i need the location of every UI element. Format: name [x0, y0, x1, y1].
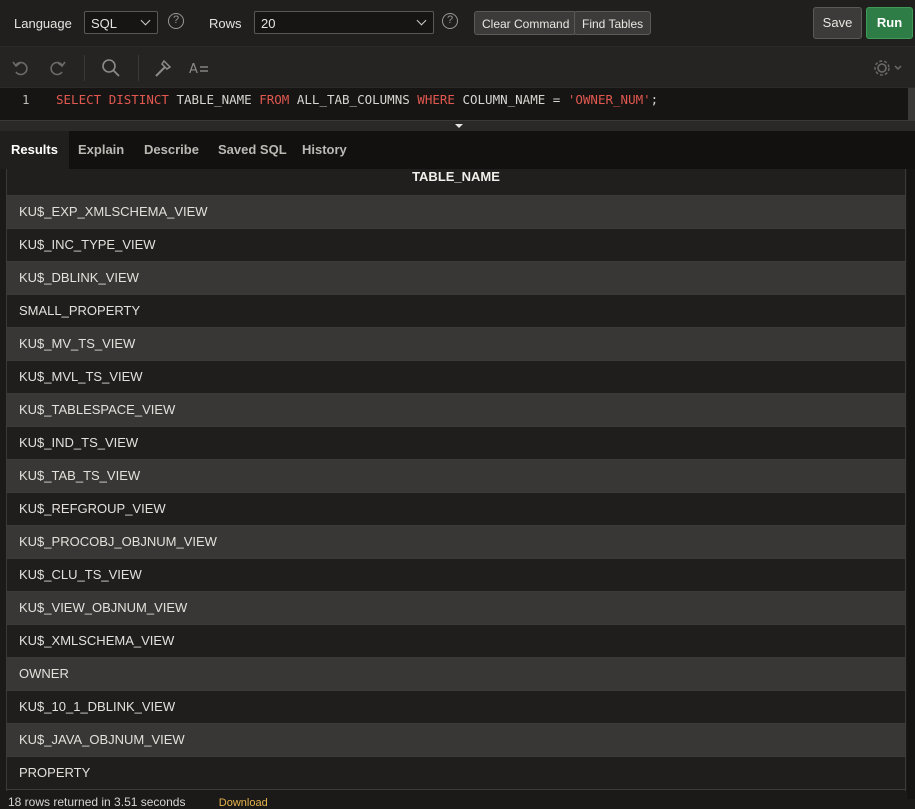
row-count-status: 18 rows returned in 3.51 seconds	[8, 795, 186, 809]
rows-help-icon[interactable]: ?	[442, 13, 458, 29]
find-tables-button[interactable]: Find Tables	[574, 11, 652, 35]
results-grid: TABLE_NAME KU$_EXP_XMLSCHEMA_VIEW KU$_INC…	[6, 169, 906, 791]
results-scrollbar[interactable]	[907, 169, 915, 799]
identifier-column: TABLE_NAME	[176, 92, 252, 107]
results-footer: 18 rows returned in 3.51 seconds Downloa…	[8, 795, 268, 809]
operator-equals: =	[552, 92, 561, 107]
table-row[interactable]: KU$_DBLINK_VIEW	[7, 262, 905, 295]
pane-splitter[interactable]	[0, 120, 915, 131]
keyword-select: SELECT	[56, 92, 102, 107]
table-row[interactable]: KU$_TAB_TS_VIEW	[7, 460, 905, 493]
redo-icon[interactable]	[46, 57, 68, 79]
table-row[interactable]: KU$_REFGROUP_VIEW	[7, 493, 905, 526]
editor-toolbar: A	[0, 47, 915, 88]
table-row[interactable]: KU$_MV_TS_VIEW	[7, 328, 905, 361]
collapse-arrow-icon[interactable]	[455, 124, 463, 128]
statement-terminator: ;	[650, 92, 659, 107]
rows-select-value: 20	[261, 16, 276, 31]
tab-describe[interactable]: Describe	[144, 131, 199, 169]
tab-explain[interactable]: Explain	[78, 131, 124, 169]
wrench-icon[interactable]	[152, 57, 174, 79]
identifier-condition-column: COLUMN_NAME	[462, 92, 546, 107]
language-select-value: SQL	[91, 16, 118, 31]
table-row[interactable]: KU$_PROCOBJ_OBJNUM_VIEW	[7, 526, 905, 559]
table-row[interactable]: KU$_JAVA_OBJNUM_VIEW	[7, 724, 905, 757]
table-row[interactable]: KU$_CLU_TS_VIEW	[7, 559, 905, 592]
undo-icon[interactable]	[10, 57, 32, 79]
table-row[interactable]: KU$_EXP_XMLSCHEMA_VIEW	[7, 196, 905, 229]
code-line[interactable]: SELECT DISTINCT TABLE_NAME FROM ALL_TAB_…	[56, 92, 658, 107]
editor-scrollbar[interactable]	[908, 88, 915, 120]
download-link[interactable]: Download	[219, 797, 268, 809]
gear-icon[interactable]	[872, 57, 906, 79]
text-format-icon[interactable]: A	[188, 57, 210, 79]
top-toolbar: Language SQL ? Rows 20 ? Clear Command F…	[0, 0, 915, 47]
language-help-icon[interactable]: ?	[168, 13, 184, 29]
line-number: 1	[22, 92, 30, 107]
results-rows: KU$_EXP_XMLSCHEMA_VIEW KU$_INC_TYPE_VIEW K…	[7, 196, 905, 790]
table-row[interactable]: KU$_10_1_DBLINK_VIEW	[7, 691, 905, 724]
sql-editor[interactable]: 1 SELECT DISTINCT TABLE_NAME FROM ALL_TA…	[0, 88, 915, 120]
toolbar-divider	[138, 55, 139, 81]
search-icon[interactable]	[100, 57, 122, 79]
toolbar-divider	[84, 55, 85, 81]
clear-command-button[interactable]: Clear Command	[474, 11, 578, 35]
keyword-distinct: DISTINCT	[108, 92, 169, 107]
rows-select[interactable]: 20	[254, 11, 434, 34]
language-select[interactable]: SQL	[84, 11, 158, 34]
keyword-where: WHERE	[417, 92, 455, 107]
tab-history[interactable]: History	[302, 131, 347, 169]
table-row[interactable]: KU$_TABLESPACE_VIEW	[7, 394, 905, 427]
table-row[interactable]: SMALL_PROPERTY	[7, 295, 905, 328]
save-button[interactable]: Save	[813, 7, 862, 39]
chevron-down-icon	[416, 15, 427, 26]
identifier-table: ALL_TAB_COLUMNS	[296, 92, 410, 107]
results-tabs: Results Explain Describe Saved SQL Histo…	[0, 131, 915, 169]
table-row[interactable]: KU$_XMLSCHEMA_VIEW	[7, 625, 905, 658]
table-row[interactable]: OWNER	[7, 658, 905, 691]
column-header-table-name[interactable]: TABLE_NAME	[7, 169, 905, 196]
rows-label: Rows	[209, 16, 242, 31]
language-label: Language	[14, 16, 72, 31]
table-row[interactable]: KU$_MVL_TS_VIEW	[7, 361, 905, 394]
run-button[interactable]: Run	[866, 7, 913, 39]
svg-text:A: A	[189, 62, 198, 77]
table-row[interactable]: PROPERTY	[7, 757, 905, 790]
chevron-down-icon	[140, 15, 151, 26]
tab-saved-sql[interactable]: Saved SQL	[218, 131, 287, 169]
string-literal: 'OWNER_NUM'	[567, 92, 651, 107]
table-row[interactable]: KU$_VIEW_OBJNUM_VIEW	[7, 592, 905, 625]
tab-results[interactable]: Results	[0, 131, 69, 169]
table-row[interactable]: KU$_INC_TYPE_VIEW	[7, 229, 905, 262]
table-row[interactable]: KU$_IND_TS_VIEW	[7, 427, 905, 460]
keyword-from: FROM	[259, 92, 290, 107]
